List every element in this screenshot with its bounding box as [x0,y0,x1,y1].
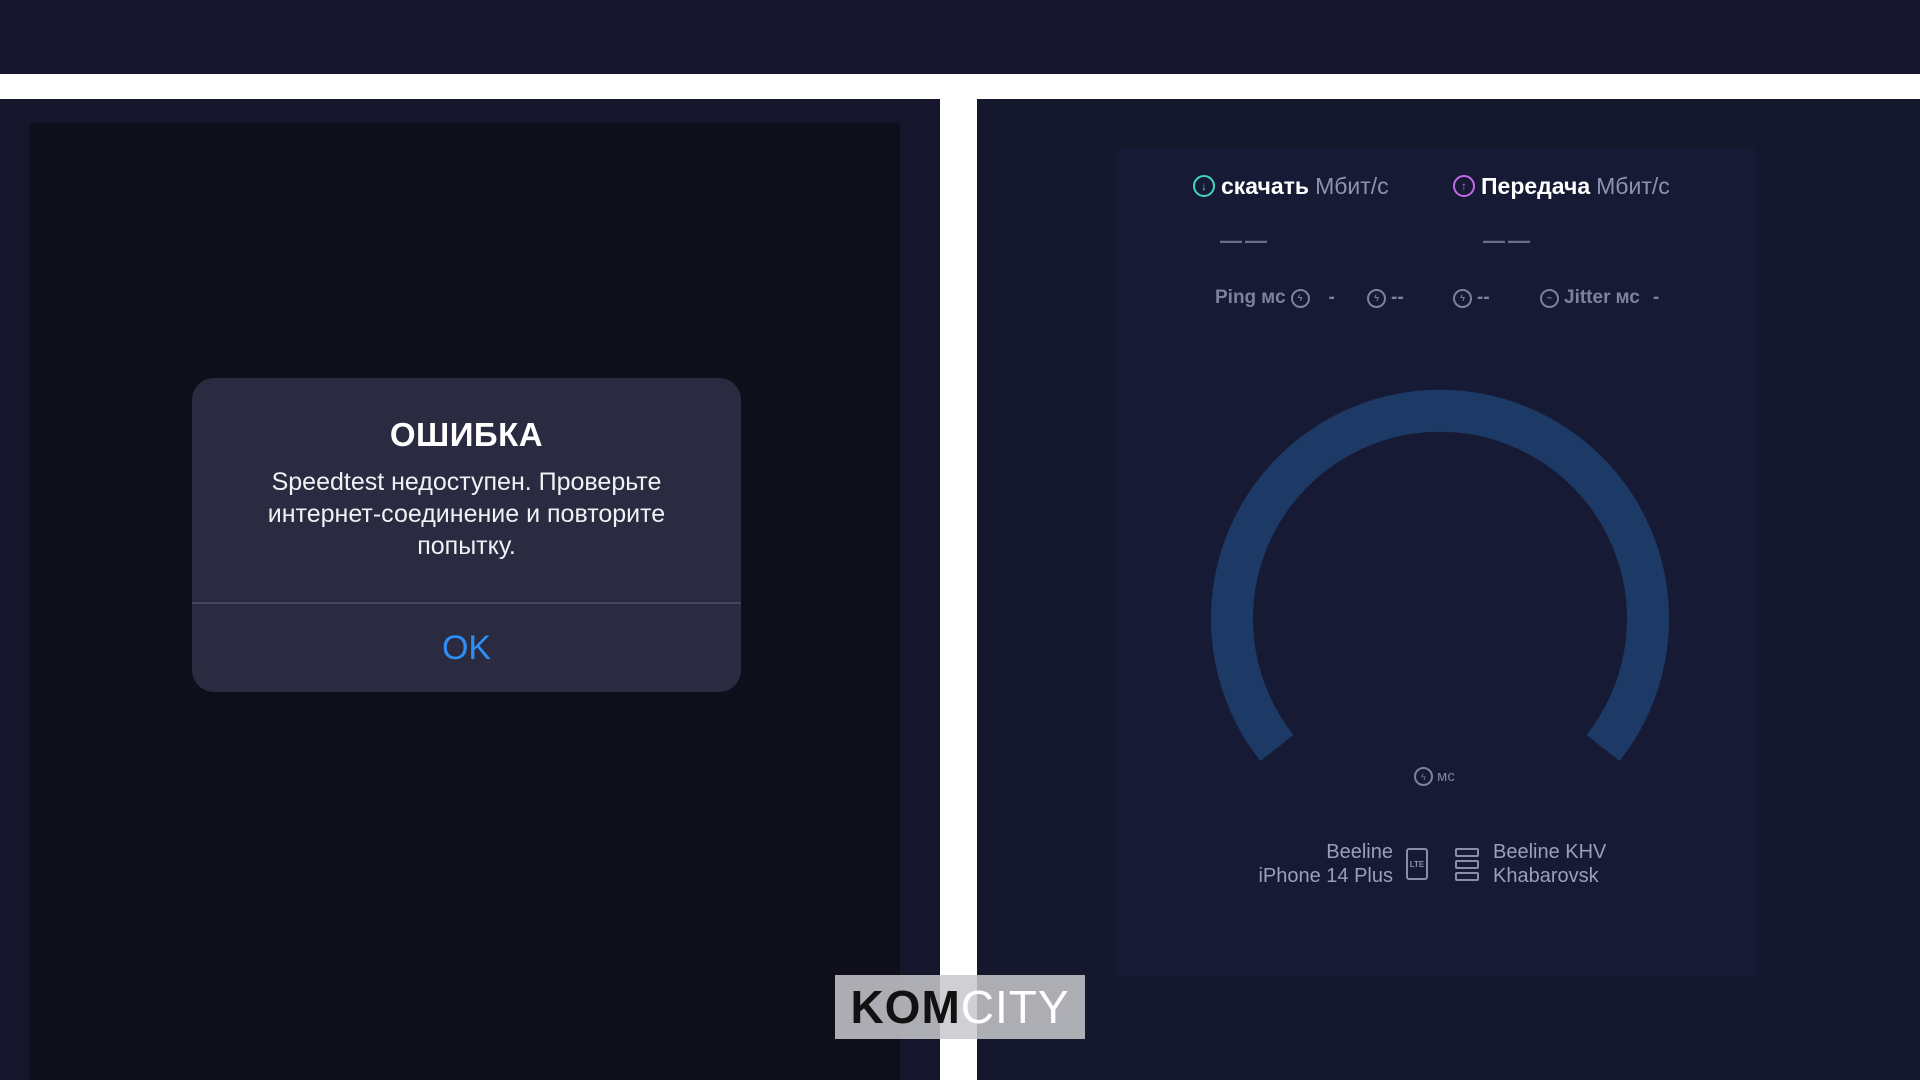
download-header: ↓ скачать Мбит/с [1193,171,1389,201]
ping-up-stat: ϟ -- [1453,286,1490,310]
ping-down-value: -- [1391,287,1404,308]
komcity-watermark: KOM CITY [835,975,1085,1039]
upload-arrow-icon: ↑ [1453,175,1475,197]
gauge-unit-icon: ϟ [1414,767,1433,786]
ping-up-icon: ϟ [1453,288,1472,308]
server-rack-3 [1455,872,1479,881]
upload-unit: Мбит/с [1596,172,1670,199]
top-strip [0,0,1920,74]
upload-value: —— [1483,228,1533,253]
ping-icon: ϟ [1290,288,1310,308]
download-unit: Мбит/с [1315,172,1389,199]
watermark-part1: KOM [850,981,961,1033]
lte-icon: LTE [1406,848,1428,880]
ping-down-icon: ϟ [1367,288,1386,308]
provider-name: Beeline [1326,841,1393,863]
ping-down-stat: ϟ -- [1367,286,1404,310]
lte-label: LTE [1409,859,1425,869]
jitter-value: - [1652,287,1660,308]
provider-device: iPhone 14 Plus [1258,865,1393,887]
jitter-icon: ~ [1540,288,1559,308]
server-city: Khabarovsk [1493,865,1599,887]
jitter-unit: мс [1615,287,1640,308]
server-info[interactable]: Beeline KHV Khabarovsk [1493,840,1606,888]
watermark-part2: CITY [960,981,1070,1033]
ping-label: Ping [1215,287,1257,308]
gauge-unit: ϟ мс [1414,767,1455,786]
server-rack-2 [1455,860,1479,869]
download-arrow-icon: ↓ [1193,175,1215,197]
provider-info: Beeline iPhone 14 Plus [1258,840,1393,888]
error-alert: ОШИБКА Speedtest недоступен. Проверьте и… [192,378,741,692]
vertical-divider [940,99,977,1080]
alert-message: Speedtest недоступен. Проверьте интернет… [267,468,666,560]
server-name: Beeline KHV [1493,841,1607,863]
upload-label: Передача [1481,172,1591,199]
ping-stat: Ping мс ϟ - [1215,286,1335,310]
ok-button[interactable]: OK [192,604,741,692]
ping-unit: мс [1261,287,1286,308]
speed-gauge [1211,389,1669,762]
server-icon [1455,848,1479,882]
server-rack-1 [1455,848,1479,857]
gauge-arc [1211,389,1669,762]
jitter-label: Jitter [1564,287,1611,308]
ping-up-value: -- [1477,287,1490,308]
alert-title: ОШИБКА [389,416,544,453]
gauge-unit-label: мс [1437,768,1455,785]
upload-header: ↑ Передача Мбит/с [1453,171,1670,201]
jitter-stat: ~ Jitter мс - [1540,286,1659,310]
download-value: —— [1220,228,1270,253]
horizontal-gap [0,74,1920,99]
ping-value: - [1328,287,1335,308]
download-label: скачать [1221,172,1310,199]
